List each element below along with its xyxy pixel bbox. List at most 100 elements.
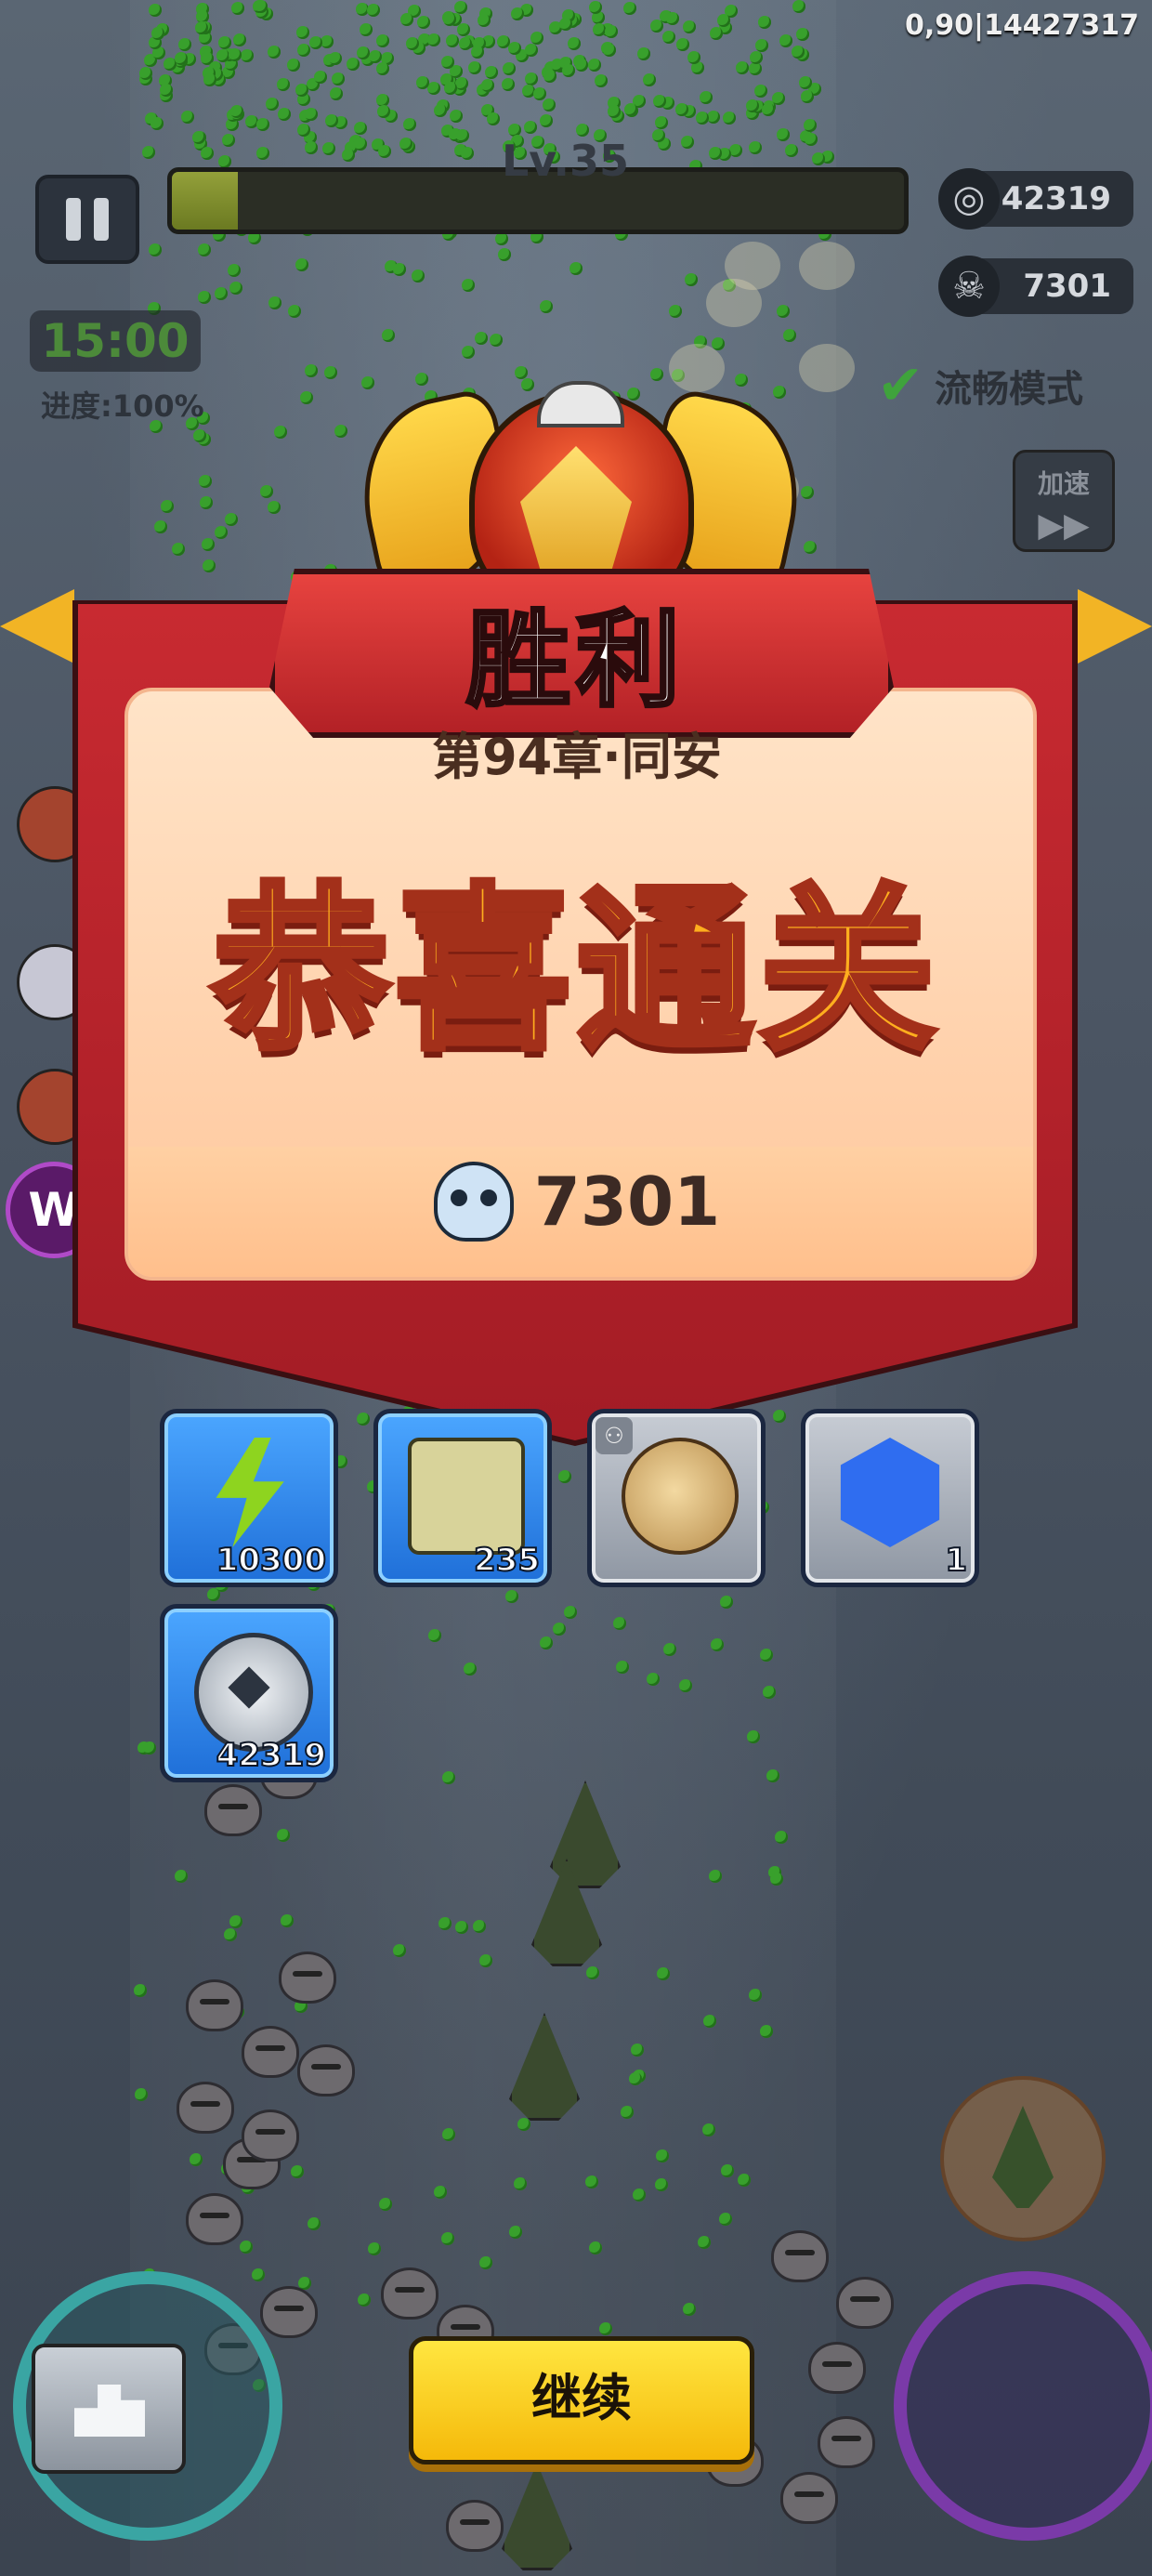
projectile-dot: [218, 155, 231, 168]
blue-crystal-icon: [840, 1438, 940, 1547]
projectile-dot: [393, 1944, 406, 1957]
projectile-dot: [322, 142, 335, 155]
reward-lightning[interactable]: 10300: [160, 1409, 338, 1587]
enemy-unit: [204, 1784, 262, 1836]
projectile-dot: [444, 82, 457, 95]
projectile-dot: [685, 273, 698, 286]
projectile-dot: [647, 1673, 660, 1686]
projectile-dot: [662, 31, 675, 44]
projectile-dot: [361, 376, 374, 389]
debug-coords: 0,90|14427317: [905, 9, 1139, 42]
projectile-dot: [222, 134, 235, 147]
projectile-dot: [296, 26, 309, 39]
projectile-dot: [200, 496, 213, 509]
projectile-dot: [801, 486, 814, 499]
projectile-dot: [485, 66, 498, 79]
projectile-dot: [330, 87, 343, 100]
projectile-dot: [710, 27, 723, 40]
projectile-dot: [305, 141, 318, 154]
projectile-dot: [149, 243, 162, 256]
continue-button[interactable]: 继续: [409, 2336, 754, 2464]
projectile-dot: [676, 38, 689, 51]
projectile-dot: [149, 4, 162, 17]
projectile-dot: [192, 131, 205, 144]
projectile-dot: [621, 2106, 634, 2119]
reward-crystal[interactable]: 1: [801, 1409, 979, 1587]
reward-count: 10300: [216, 1541, 327, 1580]
player-level: Lv.35: [502, 136, 630, 186]
projectile-dot: [497, 35, 510, 48]
projectile-dot: [382, 329, 395, 342]
projectile-dot: [766, 1769, 779, 1782]
projectile-dot: [643, 73, 656, 86]
projectile-dot: [777, 128, 790, 141]
enemy-unit: [242, 2026, 299, 2078]
projectile-dot: [324, 366, 337, 379]
projectile-dot: [378, 145, 391, 158]
projectile-dot: [228, 264, 241, 277]
projectile-dot: [530, 32, 543, 45]
projectile-dot: [687, 51, 700, 64]
projectile-dot: [161, 500, 174, 513]
projectile-dot: [595, 74, 608, 87]
projectile-dot: [277, 1829, 290, 1842]
projectile-dot: [616, 1661, 629, 1674]
projectile-dot: [663, 1643, 676, 1656]
enemy-unit: [780, 2472, 838, 2524]
projectile-dot: [633, 2188, 646, 2201]
projectile-dot: [719, 2213, 732, 2226]
projectile-dot: [533, 87, 546, 100]
projectile-dot: [178, 38, 191, 51]
projectile-dot: [562, 64, 575, 77]
reward-map-scroll[interactable]: 235: [373, 1409, 552, 1587]
enemy-unit: [279, 1952, 336, 2004]
projectile-dot: [428, 1629, 441, 1642]
projectile-dot: [623, 2, 636, 15]
projectile-dot: [495, 232, 508, 245]
projectile-dot: [461, 147, 474, 160]
projectile-dot: [151, 117, 164, 130]
projectile-dot: [462, 346, 475, 359]
skull-icon: ☠: [938, 256, 1000, 317]
projectile-dot: [277, 78, 290, 91]
projectile-dot: [515, 366, 528, 379]
projectile-dot: [508, 42, 521, 55]
projectile-dot: [334, 425, 347, 438]
projectile-dot: [229, 48, 242, 61]
projectile-dot: [585, 2175, 598, 2188]
speed-up-button[interactable]: 加速 ▶▶: [1013, 450, 1115, 552]
reward-amulet[interactable]: ⚇: [587, 1409, 766, 1587]
enemy-unit: [799, 344, 855, 392]
projectile-dot: [181, 111, 194, 124]
projectile-dot: [696, 112, 709, 125]
projectile-dot: [201, 147, 214, 160]
projectile-dot: [198, 291, 211, 304]
projectile-dot: [281, 1914, 294, 1927]
projectile-dot: [729, 144, 742, 157]
enemy-unit: [836, 2277, 894, 2329]
projectile-dot: [399, 138, 412, 151]
leaderboard-button[interactable]: [32, 2344, 186, 2474]
reward-silver-coin[interactable]: 42319: [160, 1604, 338, 1782]
podium-icon: [74, 2385, 145, 2437]
enemy-unit: [381, 2267, 439, 2320]
enemy-unit: [808, 2342, 866, 2394]
projectile-dot: [459, 37, 472, 50]
projectile-dot: [233, 33, 246, 46]
projectile-dot: [457, 23, 470, 36]
pause-button[interactable]: [35, 175, 139, 264]
score-value: 7301: [533, 1163, 721, 1241]
kill-counter: ☠ 7301: [938, 256, 1133, 317]
projectile-dot: [783, 329, 796, 342]
projectile-dot: [749, 62, 762, 75]
projectile-dot: [332, 72, 345, 85]
projectile-dot: [698, 2236, 711, 2249]
spear-skill-button[interactable]: [940, 2076, 1106, 2241]
projectile-dot: [295, 84, 308, 97]
smooth-mode-toggle[interactable]: ✔ 流畅模式: [877, 358, 1083, 414]
projectile-dot: [553, 1623, 566, 1636]
vortex-skill-button[interactable]: [894, 2271, 1152, 2541]
projectile-dot: [657, 1967, 670, 1980]
projectile-dot: [559, 18, 572, 31]
projectile-dot: [297, 124, 310, 137]
